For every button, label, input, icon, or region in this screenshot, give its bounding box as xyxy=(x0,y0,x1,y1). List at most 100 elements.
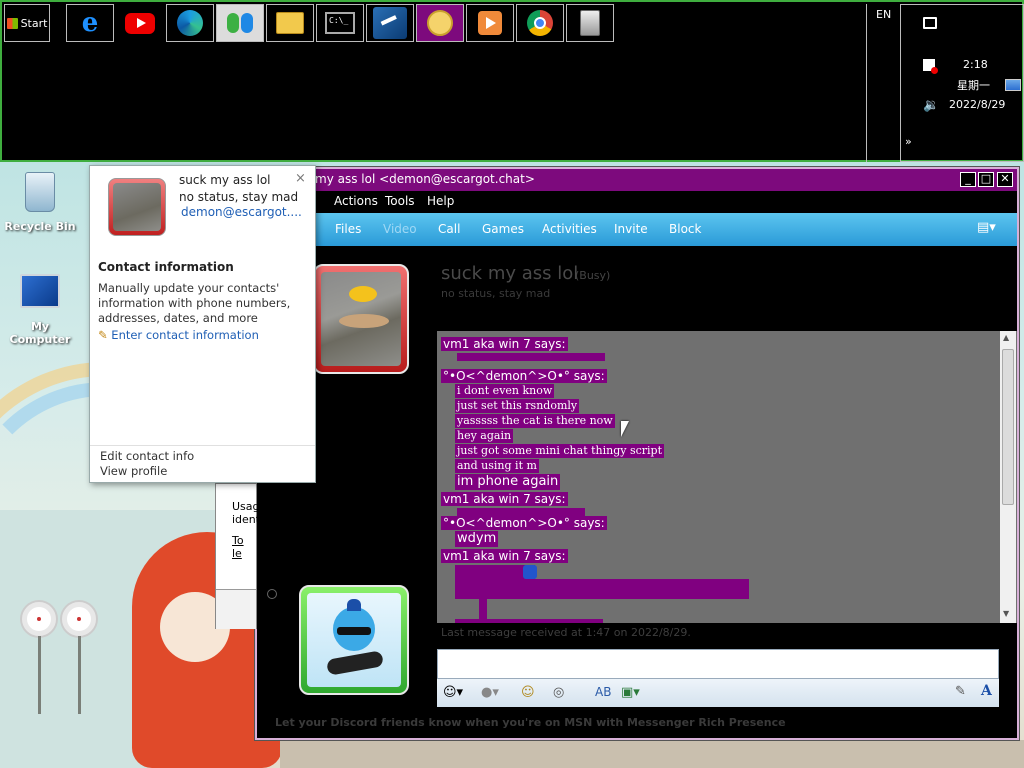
flower-stem xyxy=(78,636,81,714)
menu-help[interactable]: Help xyxy=(427,194,454,208)
menu-bar: Actions Tools Help xyxy=(257,191,1017,213)
background-window-link[interactable]: To le xyxy=(232,534,256,560)
taskbar-app-media[interactable] xyxy=(466,4,514,42)
mouse-cursor-icon xyxy=(621,421,629,437)
rich-presence-ad[interactable]: Let your Discord friends know when you'r… xyxy=(275,716,786,729)
message-line: °•O<^demon^>O•° says: xyxy=(441,369,607,383)
toolbar-activities[interactable]: Activities xyxy=(542,222,597,236)
taskbar-app-cmd[interactable]: C:\_ xyxy=(316,4,364,42)
maximize-button[interactable]: □ xyxy=(978,172,994,187)
chrome-icon xyxy=(523,7,557,39)
language-indicator[interactable]: EN xyxy=(866,4,898,162)
contact-card-email[interactable]: demon@escargot.... xyxy=(181,205,302,219)
menu-actions[interactable]: Actions xyxy=(334,194,378,208)
contact-info-description: Manually update your contacts' informati… xyxy=(98,281,291,325)
scroll-thumb[interactable] xyxy=(1002,349,1014,505)
popup-divider xyxy=(90,445,315,446)
emoticon-picker-icon[interactable]: ☺▾ xyxy=(443,685,463,700)
chat-scrollbar[interactable]: ▲ ▼ xyxy=(1000,331,1016,623)
my-computer-shortcut[interactable]: My Computer xyxy=(0,274,80,346)
message-line: i dont even know xyxy=(455,384,555,398)
font-style-icon[interactable]: AB xyxy=(595,685,611,699)
start-label: Start xyxy=(20,16,48,30)
recycle-bin-shortcut[interactable]: Recycle Bin xyxy=(0,172,80,233)
taskbar-app-edge[interactable] xyxy=(166,4,214,42)
window-titlebar[interactable]: my ass lol <demon@escargot.chat> _ □ ✕ xyxy=(257,169,1017,191)
start-button[interactable]: Start xyxy=(4,4,50,42)
background-picker-icon[interactable]: ▣▾ xyxy=(621,685,640,700)
scroll-up-arrow[interactable]: ▲ xyxy=(1003,333,1009,342)
enter-contact-info-label: Enter contact information xyxy=(111,328,259,342)
flower-decoration xyxy=(22,602,56,636)
close-icon[interactable]: × xyxy=(295,171,306,186)
taskbar-app-mail[interactable] xyxy=(366,4,414,42)
taskbar-app-youtube[interactable] xyxy=(116,4,164,42)
nudge-icon[interactable]: ☺ xyxy=(521,685,535,700)
toolbar-options-icon[interactable]: ▤▾ xyxy=(977,220,996,235)
message-line: vm1 aka win 7 says: xyxy=(441,549,568,563)
contact-card-popup: suck my ass lol no status, stay mad demo… xyxy=(89,165,316,483)
voice-clip-icon[interactable]: ◎ xyxy=(553,685,564,700)
taskbar-app-explorer[interactable] xyxy=(266,4,314,42)
taskbar-app-chrome[interactable] xyxy=(516,4,564,42)
minimize-button[interactable]: _ xyxy=(960,172,976,187)
message-line: and using it m xyxy=(455,459,539,473)
input-toolbar: ☺▾ ●▾ ☺ ◎ AB ▣▾ ✎ A xyxy=(437,679,999,707)
close-button[interactable]: ✕ xyxy=(997,172,1013,187)
contact-card-picture[interactable] xyxy=(108,178,166,236)
emoticon-row xyxy=(457,353,605,361)
toolbar-block[interactable]: Block xyxy=(669,222,701,236)
my-computer-label: My Computer xyxy=(9,320,71,346)
chevron-down-icon[interactable]: » xyxy=(905,135,912,148)
speaker-icon[interactable]: 🔉 xyxy=(923,98,939,113)
file-explorer-icon xyxy=(273,7,307,39)
message-line: vm1 aka win 7 says: xyxy=(441,492,568,506)
my-computer-icon xyxy=(20,274,60,308)
message-line: im phone again xyxy=(455,474,561,490)
background-window-text: ident xyxy=(232,513,261,526)
emoticon-row xyxy=(479,599,487,619)
show-desktop-icon[interactable] xyxy=(1005,79,1021,91)
taskbar-app-bonzi[interactable] xyxy=(416,4,464,42)
taskbar-app-recycle[interactable] xyxy=(566,4,614,42)
recycle-bin-icon xyxy=(25,172,55,212)
menu-tools[interactable]: Tools xyxy=(385,194,415,208)
expand-icon[interactable] xyxy=(267,589,277,599)
message-input[interactable] xyxy=(437,649,999,679)
contact-display-picture[interactable] xyxy=(313,264,409,374)
contact-card-status: no status, stay mad xyxy=(179,190,299,204)
action-center-flag-icon[interactable] xyxy=(923,59,938,74)
toolbar-invite[interactable]: Invite xyxy=(614,222,648,236)
network-icon[interactable] xyxy=(923,17,937,29)
youtube-icon xyxy=(123,7,157,39)
emoticon-row xyxy=(457,508,585,516)
toolbar-video: Video xyxy=(383,222,417,236)
window-title: my ass lol <demon@escargot.chat> xyxy=(315,172,535,186)
notification-area: 2:18 星期一 🔉 2022/8/29 » xyxy=(900,4,1024,162)
toolbar-files[interactable]: Files xyxy=(335,222,361,236)
clock-time[interactable]: 2:18 xyxy=(963,58,988,71)
media-player-icon xyxy=(473,7,507,39)
view-profile-link[interactable]: View profile xyxy=(100,464,167,478)
toolbar-call[interactable]: Call xyxy=(438,222,460,236)
recycle-app-icon xyxy=(573,7,607,39)
contact-card-photo xyxy=(113,183,161,231)
wink-picker-icon[interactable]: ●▾ xyxy=(481,685,499,700)
edit-contact-info-link[interactable]: Edit contact info xyxy=(100,449,194,463)
message-line: hey again xyxy=(455,429,514,443)
taskbar-app-ie[interactable]: e xyxy=(66,4,114,42)
message-line: just got some mini chat thingy script xyxy=(455,444,665,458)
enter-contact-info-link[interactable]: ✎ Enter contact information xyxy=(98,328,259,342)
toolbar-games[interactable]: Games xyxy=(482,222,524,236)
contact-status: (Busy) xyxy=(575,269,611,282)
taskbar-app-messenger[interactable] xyxy=(216,4,264,42)
text-mode-icon[interactable]: A xyxy=(981,683,992,699)
user-display-picture[interactable] xyxy=(299,585,409,695)
contact-card-name: suck my ass lol xyxy=(179,173,271,187)
flower-decoration xyxy=(62,602,96,636)
scroll-down-arrow[interactable]: ▼ xyxy=(1003,609,1009,618)
handwriting-icon[interactable]: ✎ xyxy=(955,684,966,699)
conversation-history[interactable]: vm1 aka win 7 says: °•O<^demon^>O•° says… xyxy=(437,331,1017,623)
msn-messenger-icon xyxy=(223,7,257,39)
contact-personal-message: no status, stay mad xyxy=(441,287,551,300)
